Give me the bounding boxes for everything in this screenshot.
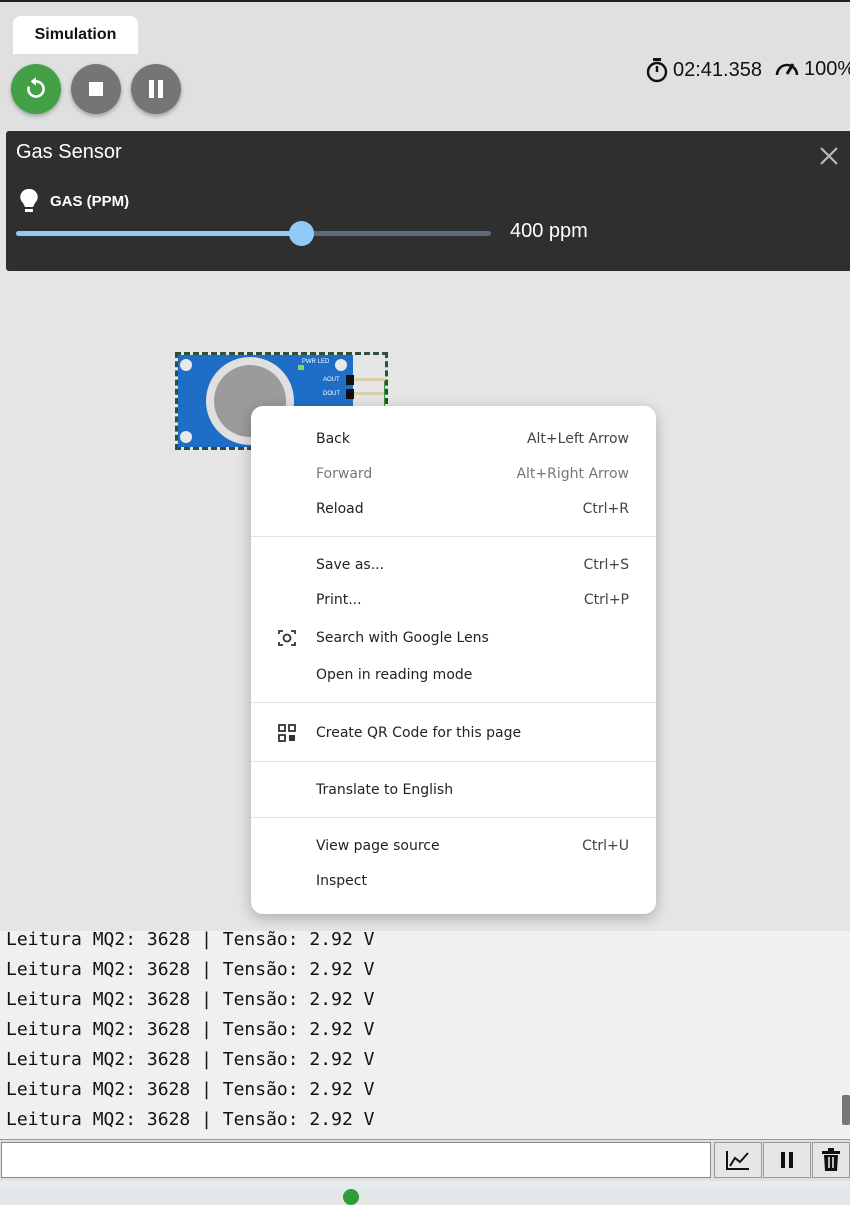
menu-separator <box>251 536 656 537</box>
serial-line: Leitura MQ2: 3628 | Tensão: 2.92 V <box>6 1109 375 1130</box>
menu-item-label: Inspect <box>316 873 367 889</box>
serial-input-bar <box>0 1139 850 1182</box>
plotter-button[interactable] <box>714 1142 762 1178</box>
menu-item-label: View page source <box>316 838 440 854</box>
speedometer-icon <box>775 63 799 76</box>
tab-simulation[interactable]: Simulation <box>13 16 138 54</box>
pause-button[interactable] <box>131 64 181 114</box>
menu-item-inspect[interactable]: Inspect <box>251 866 656 896</box>
lightbulb-icon <box>20 188 38 212</box>
serial-line: Leitura MQ2: 3628 | Tensão: 2.92 V <box>6 1019 375 1040</box>
menu-item-view-source[interactable]: View page source Ctrl+U <box>251 831 656 861</box>
menu-item-label: Search with Google Lens <box>316 630 489 646</box>
menu-item-label: Back <box>316 431 350 447</box>
stop-icon <box>89 82 103 96</box>
gas-slider-value: 400 ppm <box>510 220 588 242</box>
menu-item-google-lens[interactable]: Search with Google Lens <box>251 623 656 653</box>
pause-serial-button[interactable] <box>763 1142 811 1178</box>
speed-value: 100% <box>804 57 850 80</box>
stop-button[interactable] <box>71 64 121 114</box>
menu-item-label: Save as... <box>316 557 385 573</box>
trash-icon <box>822 1148 840 1171</box>
context-menu: Back Alt+Left Arrow Forward Alt+Right Ar… <box>251 406 656 914</box>
menu-item-shortcut: Ctrl+U <box>582 838 629 854</box>
menu-item-label: Create QR Code for this page <box>316 725 522 741</box>
serial-monitor[interactable]: Leitura MQ2: 3628 | Tensão: 2.92 V Leitu… <box>0 931 850 1139</box>
stopwatch-icon <box>646 58 668 83</box>
menu-separator <box>251 761 656 762</box>
menu-item-label: Print... <box>316 592 362 608</box>
timer-value: 02:41.358 <box>673 58 762 81</box>
menu-separator <box>251 817 656 818</box>
pwr-led-label: PWR LED <box>302 359 330 365</box>
restart-button[interactable] <box>11 64 61 114</box>
menu-item-shortcut: Alt+Left Arrow <box>526 431 629 447</box>
menu-item-reading-mode[interactable]: Open in reading mode <box>251 660 656 690</box>
menu-item-back[interactable]: Back Alt+Left Arrow <box>251 424 656 454</box>
menu-item-shortcut: Ctrl+S <box>583 557 629 573</box>
serial-line: Leitura MQ2: 3628 | Tensão: 2.92 V <box>6 989 375 1010</box>
clear-serial-button[interactable] <box>812 1142 850 1178</box>
pause-icon <box>781 1152 793 1168</box>
menu-item-save-as[interactable]: Save as... Ctrl+S <box>251 550 656 580</box>
footer-strip <box>0 1181 850 1196</box>
serial-scrollbar-thumb[interactable] <box>842 1095 850 1125</box>
simulation-speed: 100% <box>774 57 850 81</box>
menu-item-translate[interactable]: Translate to English <box>251 775 656 805</box>
menu-item-shortcut: Alt+Right Arrow <box>516 466 629 482</box>
gas-ppm-label: GAS (PPM) <box>50 192 130 210</box>
serial-line: Leitura MQ2: 3628 | Tensão: 2.92 V <box>6 1049 375 1070</box>
simulation-toolbar: Simulation 02:41.358 100% <box>0 0 850 130</box>
menu-item-forward[interactable]: Forward Alt+Right Arrow <box>251 459 656 489</box>
serial-line: Leitura MQ2: 3628 | Tensão: 2.92 V <box>6 931 375 950</box>
panel-title: Gas Sensor <box>16 141 122 163</box>
gas-control-label-row: GAS (PPM) <box>18 187 129 215</box>
chart-line-icon <box>726 1151 749 1170</box>
serial-line: Leitura MQ2: 3628 | Tensão: 2.92 V <box>6 959 375 980</box>
menu-separator <box>251 702 656 703</box>
pause-icon <box>149 80 163 98</box>
menu-item-label: Forward <box>316 466 373 482</box>
gas-slider-fill <box>16 231 301 236</box>
menu-item-shortcut: Ctrl+P <box>583 592 629 608</box>
serial-input[interactable] <box>1 1142 711 1178</box>
status-indicator <box>343 1189 359 1205</box>
restart-icon <box>27 77 45 98</box>
pin-aout-label: AOUT <box>323 377 340 383</box>
qr-code-icon <box>278 724 296 742</box>
pin-dout-label: DOUT <box>323 391 340 397</box>
elapsed-timer: 02:41.358 <box>645 57 762 83</box>
menu-item-qr-code[interactable]: Create QR Code for this page <box>251 718 656 748</box>
gas-slider[interactable] <box>16 221 491 246</box>
serial-line: Leitura MQ2: 3628 | Tensão: 2.92 V <box>6 1079 375 1100</box>
menu-item-print[interactable]: Print... Ctrl+P <box>251 585 656 615</box>
menu-item-label: Open in reading mode <box>316 667 473 683</box>
menu-item-reload[interactable]: Reload Ctrl+R <box>251 494 656 524</box>
menu-item-label: Translate to English <box>316 782 454 798</box>
menu-item-shortcut: Ctrl+R <box>582 501 629 517</box>
gas-slider-thumb[interactable] <box>289 221 314 246</box>
gas-sensor-panel: Gas Sensor GAS (PPM) 400 ppm <box>6 131 850 271</box>
serial-output: Leitura MQ2: 3628 | Tensão: 2.92 V Leitu… <box>6 931 374 1135</box>
close-icon[interactable] <box>818 145 840 167</box>
menu-item-label: Reload <box>316 501 364 517</box>
google-lens-icon <box>278 630 296 646</box>
